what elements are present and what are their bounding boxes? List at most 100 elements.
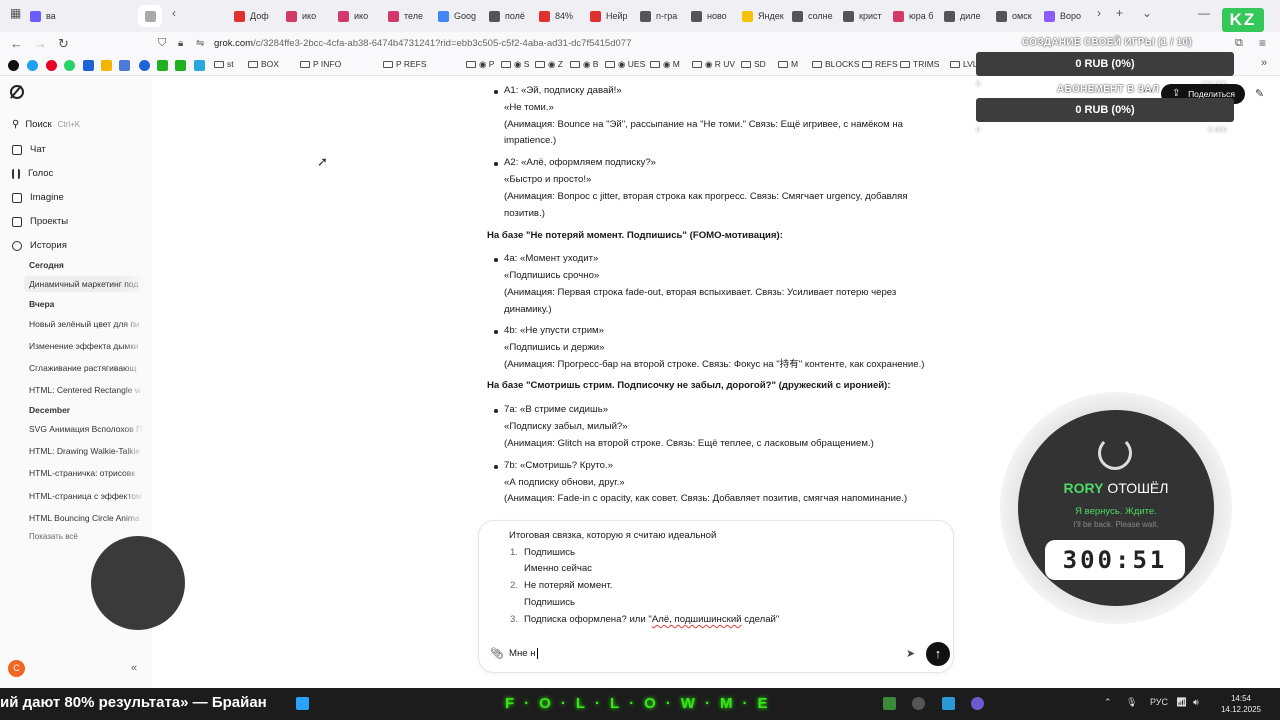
paper-plane-icon[interactable]: ➤ (906, 647, 915, 660)
paperclip-icon[interactable]: 📎︎ (490, 647, 504, 660)
bookmark-folder[interactable]: LVL (950, 59, 978, 69)
bookmark-folder[interactable]: SD (741, 59, 766, 69)
nav-history[interactable]: История (12, 240, 67, 251)
lock-icon[interactable]: 🔒︎ (178, 38, 183, 49)
nav-imagine[interactable]: Imagine (12, 192, 64, 203)
tab-scroll-left-icon[interactable]: ‹ (172, 6, 176, 20)
browser-tab[interactable]: ико (286, 5, 330, 27)
history-item[interactable]: Динамичный маркетинг под (24, 276, 146, 292)
bookmark-icon[interactable] (27, 60, 38, 71)
pinterest-icon[interactable] (46, 60, 57, 71)
app-icon[interactable] (912, 697, 925, 710)
history-item[interactable]: SVG Анимация Всполохов П (29, 424, 144, 434)
back-icon[interactable]: ← (10, 36, 23, 51)
composer-input[interactable]: Мне н (509, 648, 538, 659)
browser-tab[interactable]: ико (338, 5, 382, 27)
language-indicator[interactable]: РУС (1150, 697, 1168, 707)
search-button[interactable]: ⚲ Поиск Ctrl+K (8, 114, 146, 134)
chevron-right-icon[interactable]: » (1261, 57, 1267, 69)
shield-icon[interactable]: ⛉ (158, 37, 166, 50)
browser-tab[interactable]: Воро (1044, 5, 1088, 27)
browser-tab[interactable]: n-гра (640, 5, 684, 27)
windows-start-icon[interactable] (296, 697, 309, 710)
bookmark-folder[interactable]: st (214, 59, 234, 69)
browser-tab[interactable]: солне (792, 5, 836, 27)
browser-tab[interactable]: диле (944, 5, 988, 27)
nav-voice[interactable]: Голос (12, 168, 53, 179)
bookmark-icon[interactable] (194, 60, 205, 71)
browser-tab[interactable]: 84% (539, 5, 583, 27)
browser-tab[interactable]: теле (388, 5, 432, 27)
menu-icon[interactable]: ≡ (1259, 36, 1266, 50)
browser-tab[interactable]: Нейр (590, 5, 634, 27)
nav-projects[interactable]: Проекты (12, 216, 68, 227)
browser-tab[interactable]: ва (30, 5, 74, 27)
browser-tab[interactable]: омск (996, 5, 1040, 27)
browser-tab[interactable]: Яндек (742, 5, 786, 27)
edit-icon[interactable]: ✎ (1255, 87, 1264, 100)
bookmark-folder[interactable]: BLOCKS (812, 59, 860, 69)
browser-tab[interactable]: Goog (438, 5, 482, 27)
image-icon[interactable] (101, 60, 112, 71)
bookmark-folder[interactable]: ◉ M (650, 59, 680, 70)
checkmark-icon[interactable] (139, 60, 150, 71)
bookmark-folder[interactable]: M (778, 59, 798, 69)
grok-logo-icon[interactable] (10, 85, 24, 99)
bookmark-folder[interactable]: ◉ R UV (692, 59, 735, 70)
browser-tab[interactable] (138, 5, 162, 27)
bookmark-folder[interactable]: P INFO (300, 59, 341, 69)
submit-button[interactable]: ↑ (926, 642, 950, 666)
reload-icon[interactable]: ↻ (58, 36, 69, 52)
bookmark-folder[interactable]: ◉ S (501, 59, 529, 70)
github-icon[interactable] (8, 60, 19, 71)
app-icon[interactable] (971, 697, 984, 710)
kick-icon[interactable] (157, 60, 168, 71)
bookmark-folder[interactable]: P REFS (383, 59, 427, 69)
bookmark-icon[interactable] (83, 60, 94, 71)
history-item[interactable]: Изменение эффекта дымки (29, 341, 144, 351)
tab-list-icon[interactable]: ⌄ (1142, 6, 1152, 20)
browser-tab[interactable]: юра б (893, 5, 937, 27)
show-all-link[interactable]: Показать всё (29, 532, 78, 541)
app-icon[interactable] (942, 697, 955, 710)
bookmark-folder[interactable]: ◉ P (466, 59, 494, 70)
history-item[interactable]: Новый зелёный цвет для пи (29, 319, 144, 329)
bookmark-folder[interactable]: REFS (862, 59, 898, 69)
bookmark-folder[interactable]: ◉ B (570, 59, 598, 70)
bookmark-folder[interactable]: TRIMS (900, 59, 939, 69)
minimize-icon[interactable]: — (1198, 6, 1210, 20)
tab-overview-icon[interactable]: ▦ (10, 6, 21, 20)
new-tab-icon[interactable]: + (1116, 6, 1123, 20)
nav-chat[interactable]: Чат (12, 144, 46, 155)
whatsapp-icon[interactable] (64, 60, 75, 71)
wifi-icon[interactable]: 📶︎ (1176, 697, 1187, 708)
collapse-sidebar-button[interactable]: « (131, 662, 137, 674)
app-icon[interactable] (883, 697, 896, 710)
user-avatar[interactable]: C (8, 660, 25, 677)
forward-icon[interactable]: → (34, 36, 47, 51)
bookmark-folder[interactable]: ◉ Z (535, 59, 563, 70)
history-item[interactable]: HTML-страничка: отрисовк (29, 468, 144, 478)
browser-tab[interactable]: крист (843, 5, 887, 27)
more-icon[interactable]: ⋯ (1143, 86, 1153, 97)
history-item[interactable]: Сглаживание растягивающ (29, 363, 144, 373)
extensions-icon[interactable]: ⧉ (1235, 37, 1243, 50)
address-bar[interactable]: grok.com/c/3284ffe3-2bcc-4cfa-ab38-6474b… (214, 38, 631, 49)
microphone-icon[interactable]: 🎙︎ (1126, 697, 1137, 708)
tab-scroll-right-icon[interactable]: › (1097, 6, 1101, 20)
browser-tab[interactable]: Доф (234, 5, 278, 27)
browser-tab[interactable]: ново (691, 5, 735, 27)
system-clock[interactable]: 14:54 14.12.2025 (1214, 693, 1268, 715)
tray-chevron-icon[interactable]: ⌃ (1104, 697, 1112, 708)
history-item[interactable]: HTML: Centered Rectangle w (29, 385, 144, 395)
history-item[interactable]: HTML-страница с эффектом (29, 491, 144, 501)
translate-icon[interactable] (119, 60, 130, 71)
volume-icon[interactable]: 🔊︎ (1193, 697, 1199, 708)
page-info-icon[interactable]: ⇋ (196, 38, 204, 49)
browser-tab[interactable]: полё (489, 5, 533, 27)
history-item[interactable]: HTML: Drawing Walkie-Talkie (29, 446, 144, 456)
kick-icon[interactable] (175, 60, 186, 71)
bookmark-folder[interactable]: ◉ UES (605, 59, 645, 70)
bookmark-folder[interactable]: BOX (248, 59, 279, 69)
history-item[interactable]: HTML Bouncing Circle Anima (29, 513, 144, 523)
